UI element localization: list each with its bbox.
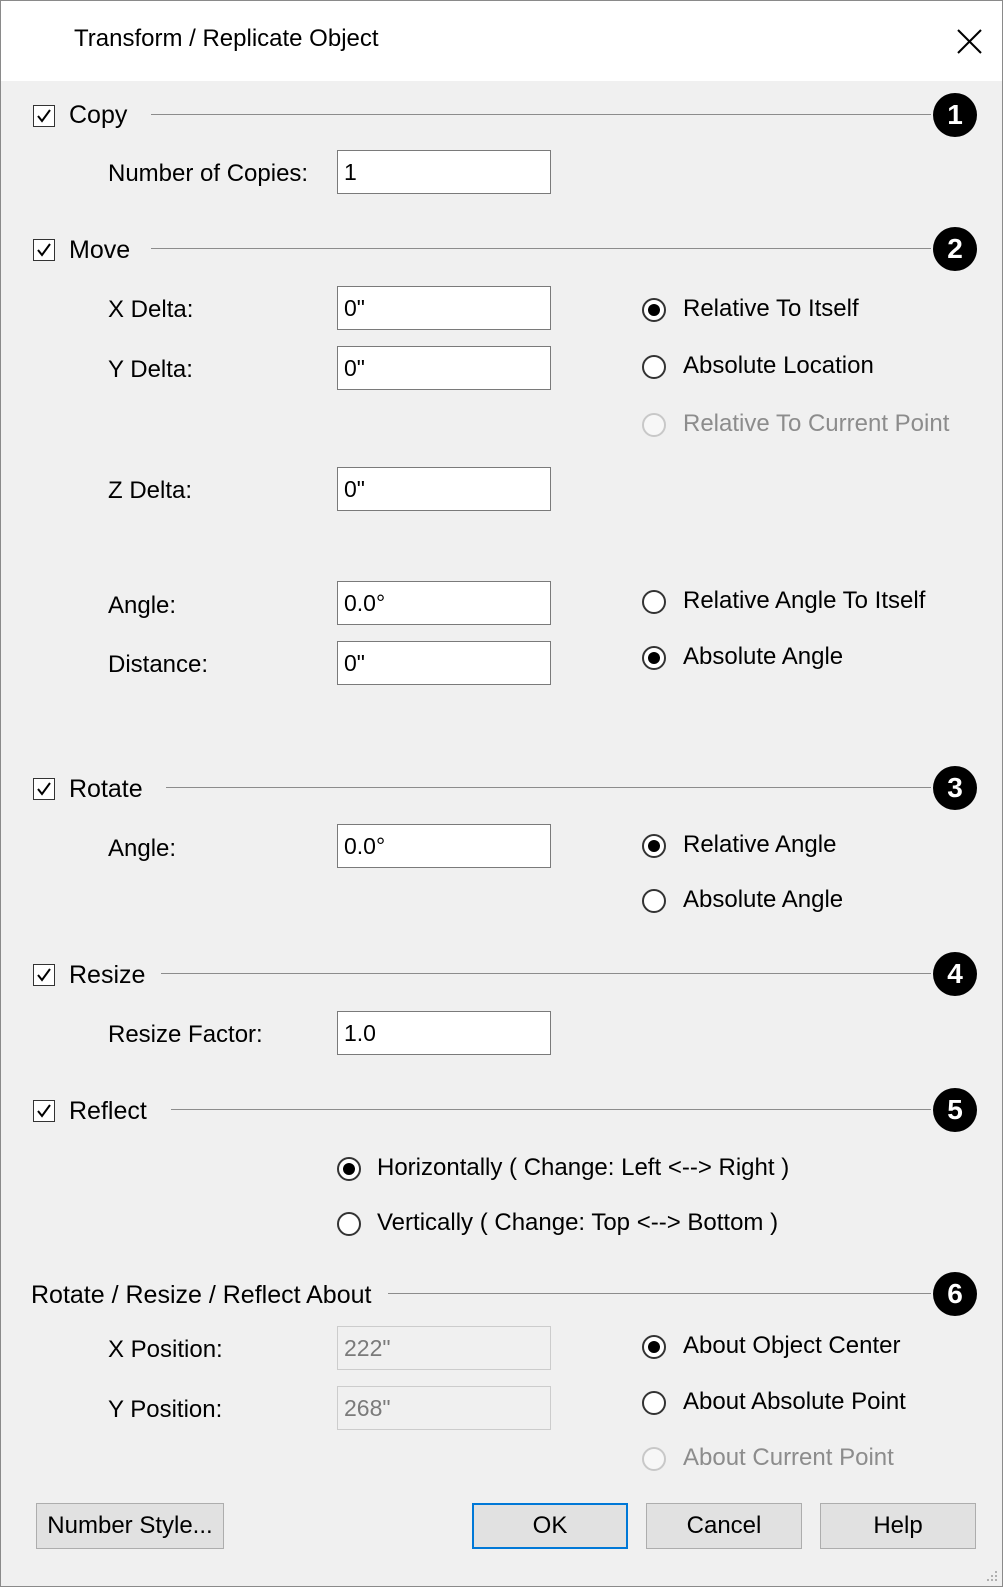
relative-angle-label[interactable]: Relative Angle	[683, 831, 836, 859]
reflect-label[interactable]: Reflect	[69, 1097, 147, 1126]
y-delta-label: Y Delta:	[108, 356, 193, 383]
vertically-radio[interactable]	[337, 1212, 361, 1236]
x-delta-label: X Delta:	[108, 296, 194, 323]
resize-factor-label: Resize Factor:	[108, 1021, 263, 1048]
move-separator	[151, 248, 931, 249]
about-separator	[388, 1293, 931, 1294]
horizontally-label[interactable]: Horizontally ( Change: Left <--> Right )	[377, 1154, 789, 1182]
absolute-location-label[interactable]: Absolute Location	[683, 352, 874, 380]
rotate-angle-label: Angle:	[108, 835, 177, 862]
ok-button[interactable]: OK	[472, 1503, 628, 1549]
close-button[interactable]	[944, 17, 994, 65]
relative-to-itself-radio[interactable]	[642, 298, 666, 322]
title-bar: Transform / Replicate Object	[1, 1, 1002, 81]
copy-label[interactable]: Copy	[69, 101, 127, 130]
relative-to-itself-label[interactable]: Relative To Itself	[683, 295, 859, 323]
checkmark-icon	[37, 968, 51, 982]
resize-label[interactable]: Resize	[69, 961, 145, 990]
relative-to-current-point-label: Relative To Current Point	[683, 410, 950, 437]
relative-angle-radio[interactable]	[642, 834, 666, 858]
checkmark-icon	[37, 243, 51, 257]
move-label[interactable]: Move	[69, 236, 130, 265]
z-delta-label: Z Delta:	[108, 477, 193, 504]
resize-grip-icon[interactable]	[985, 1569, 999, 1583]
cancel-button[interactable]: Cancel	[646, 1503, 802, 1549]
checkmark-icon	[37, 782, 51, 796]
resize-factor-input[interactable]	[337, 1011, 551, 1055]
section-badge-3: 3	[933, 766, 977, 810]
about-object-center-label[interactable]: About Object Center	[683, 1332, 900, 1360]
rotate-absolute-angle-radio[interactable]	[642, 889, 666, 913]
about-absolute-point-radio[interactable]	[642, 1391, 666, 1415]
transform-replicate-dialog: Transform / Replicate Object Copy 1 Numb…	[0, 0, 1003, 1587]
distance-input[interactable]	[337, 641, 551, 685]
rotate-label[interactable]: Rotate	[69, 775, 143, 804]
dialog-title: Transform / Replicate Object	[74, 25, 379, 52]
about-object-center-radio[interactable]	[642, 1335, 666, 1359]
checkmark-icon	[37, 1104, 51, 1118]
resize-separator	[161, 973, 931, 974]
y-delta-input[interactable]	[337, 346, 551, 390]
horizontally-radio[interactable]	[337, 1157, 361, 1181]
reflect-checkbox[interactable]	[33, 1100, 55, 1122]
copy-checkbox[interactable]	[33, 105, 55, 127]
x-position-input	[337, 1326, 551, 1370]
z-delta-input[interactable]	[337, 467, 551, 511]
move-angle-input[interactable]	[337, 581, 551, 625]
number-style-button[interactable]: Number Style...	[36, 1503, 224, 1549]
absolute-location-radio[interactable]	[642, 355, 666, 379]
x-position-label: X Position:	[108, 1336, 223, 1363]
copy-separator	[151, 114, 931, 115]
x-delta-input[interactable]	[337, 286, 551, 330]
section-badge-5: 5	[933, 1088, 977, 1132]
resize-checkbox[interactable]	[33, 964, 55, 986]
number-of-copies-input[interactable]	[337, 150, 551, 194]
section-badge-1: 1	[933, 93, 977, 137]
relative-angle-to-itself-radio[interactable]	[642, 590, 666, 614]
relative-angle-to-itself-label[interactable]: Relative Angle To Itself	[683, 587, 925, 615]
y-position-label: Y Position:	[108, 1396, 223, 1423]
move-absolute-angle-radio[interactable]	[642, 646, 666, 670]
distance-label: Distance:	[108, 651, 209, 678]
section-badge-4: 4	[933, 952, 977, 996]
close-icon	[957, 29, 982, 54]
section-badge-2: 2	[933, 227, 977, 271]
move-absolute-angle-label[interactable]: Absolute Angle	[683, 643, 843, 671]
rotate-checkbox[interactable]	[33, 778, 55, 800]
move-angle-label: Angle:	[108, 592, 177, 619]
relative-to-current-point-radio[interactable]	[642, 413, 666, 437]
checkmark-icon	[37, 109, 51, 123]
rotate-angle-input[interactable]	[337, 824, 551, 868]
about-current-point-label: About Current Point	[683, 1444, 894, 1471]
about-section-label: Rotate / Resize / Reflect About	[31, 1281, 372, 1309]
rotate-absolute-angle-label[interactable]: Absolute Angle	[683, 886, 843, 914]
rotate-separator	[166, 787, 931, 788]
section-badge-6: 6	[933, 1272, 977, 1316]
copies-label: Number of Copies:	[108, 160, 309, 187]
move-checkbox[interactable]	[33, 239, 55, 261]
about-absolute-point-label[interactable]: About Absolute Point	[683, 1388, 906, 1416]
reflect-separator	[171, 1109, 931, 1110]
y-position-input	[337, 1386, 551, 1430]
help-button[interactable]: Help	[820, 1503, 976, 1549]
about-current-point-radio[interactable]	[642, 1447, 666, 1471]
vertically-label[interactable]: Vertically ( Change: Top <--> Bottom )	[377, 1209, 778, 1237]
